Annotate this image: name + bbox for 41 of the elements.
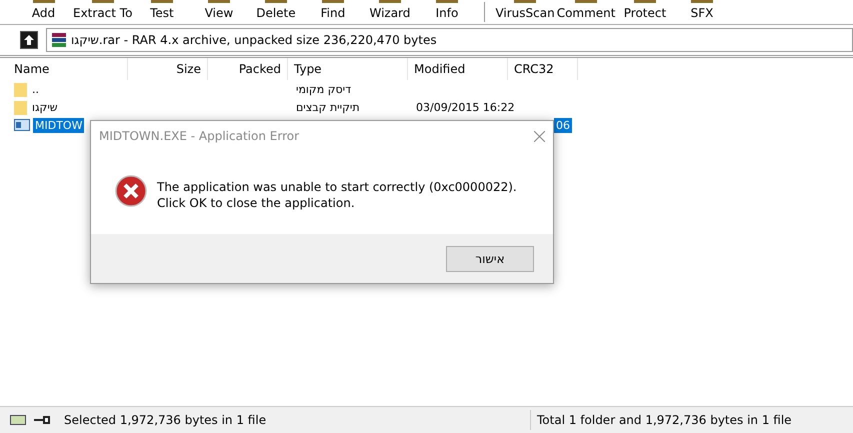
error-icon [115, 175, 147, 207]
table-cell: 06 [554, 118, 572, 132]
drive-icon [10, 415, 26, 425]
column-header[interactable]: Packed [208, 58, 288, 80]
column-header[interactable]: Modified [408, 58, 508, 80]
toolbar-button[interactable]: Extract To [73, 0, 132, 24]
application-icon [14, 119, 30, 131]
close-icon[interactable] [534, 130, 545, 142]
table-cell-text: דיסק מקומי [295, 82, 352, 96]
file-name[interactable]: שיקגו [30, 100, 60, 114]
column-header[interactable]: Type [288, 58, 408, 80]
toolbar-button[interactable]: Find [305, 0, 360, 24]
toolbar-button[interactable]: View [191, 0, 246, 24]
column-header[interactable]: Name [8, 58, 128, 80]
dialog-title: MIDTOWN.EXE - Application Error [99, 129, 300, 143]
ok-button[interactable]: אישור [446, 246, 534, 272]
toolbar-button[interactable]: Test [134, 0, 190, 24]
toolbar-button[interactable]: VirusScan [495, 0, 555, 24]
column-header[interactable]: CRC32 [508, 58, 578, 80]
up-folder-button[interactable] [20, 31, 38, 49]
address-field[interactable]: שיקגו.rar - RAR 4.x archive, unpacked size 236,220,470 bytes [46, 28, 853, 52]
key-icon [34, 416, 50, 424]
folder-icon [14, 82, 27, 96]
toolbar-button[interactable]: Add [16, 0, 71, 24]
status-text: Total 1 folder and 1,972,736 bytes in 1 file [536, 413, 792, 427]
toolbar-button[interactable]: Info [419, 0, 474, 24]
toolbar-button[interactable]: Delete [248, 0, 304, 24]
column-header[interactable]: Size [128, 58, 208, 80]
toolbar-button[interactable]: Comment [556, 0, 616, 24]
toolbar-button[interactable]: SFX [674, 0, 730, 24]
toolbar-button[interactable]: Wizard [362, 0, 418, 24]
up-arrow-icon [23, 34, 35, 46]
error-message: The application was unable to start correctly (0xc0000022). Click OK to close the application. [157, 179, 518, 211]
file-name[interactable]: .. [30, 82, 41, 96]
folder-icon [14, 100, 27, 114]
table-cell-text: 03/09/2015 16:22 [415, 100, 516, 114]
file-name[interactable]: MIDTOW [33, 118, 84, 132]
table-cell-text: תיקיית קבצים [295, 100, 361, 114]
status-text: Selected 1,972,736 bytes in 1 file [63, 413, 266, 427]
archive-icon [51, 32, 67, 48]
toolbar-button[interactable]: Protect [617, 0, 672, 24]
